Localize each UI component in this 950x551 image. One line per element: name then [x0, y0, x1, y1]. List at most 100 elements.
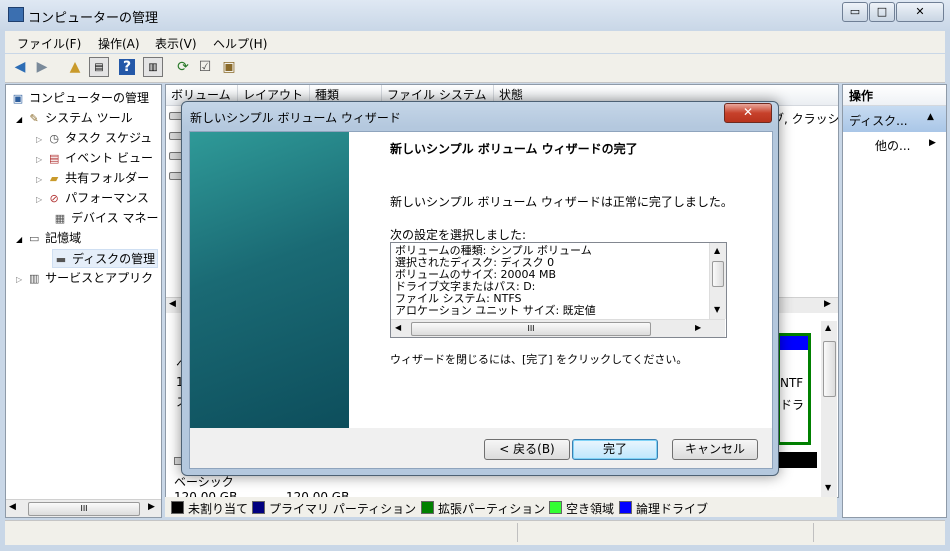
up-folder-icon[interactable]: ▲ — [65, 57, 85, 77]
partition-header-bar — [780, 336, 808, 350]
scroll-thumb[interactable]: III — [28, 502, 140, 516]
collapsed-arrow-icon[interactable]: ▷ — [36, 195, 42, 204]
clock-icon: ◷ — [49, 131, 59, 145]
scroll-left-icon[interactable]: ◀ — [169, 299, 176, 309]
legend-swatch — [421, 501, 434, 514]
disk-settings-icon[interactable]: ▣ — [219, 57, 239, 77]
summary-vertical-scrollbar[interactable]: ▲ ▼ — [709, 243, 726, 319]
collapsed-arrow-icon[interactable]: ▷ — [16, 275, 22, 284]
actions-item-label: ディスク... — [849, 114, 908, 128]
legend-label: 空き領域 — [566, 502, 615, 516]
scroll-right-icon[interactable]: ▶ — [695, 323, 701, 332]
scroll-right-icon[interactable]: ▶ — [148, 502, 155, 512]
legend-swatch — [549, 501, 562, 514]
unallocated-bar[interactable] — [777, 452, 817, 468]
forward-arrow-icon[interactable]: ▶ — [32, 57, 52, 77]
status-divider — [813, 523, 814, 542]
tree-item-device-manager[interactable]: ▦ デバイス マネー — [52, 209, 159, 226]
tree-item-storage[interactable]: ◢ ▭ 記憶域 — [16, 229, 81, 246]
close-hint: ウィザードを閉じるには、[完了] をクリックしてください。 — [390, 353, 688, 366]
collapsed-arrow-icon[interactable]: ▷ — [36, 155, 42, 164]
menu-help[interactable]: ヘルプ(H) — [213, 35, 267, 52]
settings-label: 次の設定を選択しました: — [390, 228, 527, 242]
shared-folder-icon: ▰ — [49, 171, 59, 185]
dialog-title: 新しいシンプル ボリューム ウィザード — [190, 111, 401, 125]
scroll-thumb[interactable] — [712, 261, 724, 287]
scroll-up-icon[interactable]: ▲ — [714, 246, 720, 255]
legend-label: 拡張パーティション — [438, 502, 546, 516]
disk-map-vertical-scrollbar[interactable]: ▲ ▼ — [821, 321, 837, 497]
cancel-button[interactable]: キャンセル — [672, 439, 758, 460]
tree-item-system-tools[interactable]: ◢ ✎ システム ツール — [16, 109, 133, 126]
panel-icon[interactable]: ▥ — [143, 57, 163, 77]
scroll-up-icon[interactable]: ▲ — [825, 323, 831, 332]
tree-item-disk-management[interactable]: ▬ ディスクの管理 — [52, 249, 159, 268]
actions-panel: 操作 ディスク... ▲ 他の... ▶ — [842, 84, 947, 518]
close-window-button[interactable]: ✕ — [896, 2, 944, 22]
back-button[interactable]: < 戻る(B) — [484, 439, 570, 460]
title-bar: コンピューターの管理 ▭ □ ✕ — [0, 0, 950, 30]
legend-logical: 論理ドライブ — [619, 500, 708, 517]
scroll-down-icon[interactable]: ▼ — [714, 305, 720, 314]
partition-block[interactable]: NTF ドラ — [777, 333, 811, 445]
actions-more-label: 他の... — [875, 139, 911, 153]
collapsed-arrow-icon[interactable]: ▷ — [36, 135, 42, 144]
expanded-arrow-icon[interactable]: ◢ — [16, 115, 22, 124]
scroll-right-icon[interactable]: ▶ — [824, 299, 831, 309]
disk-legend: 未割り当て プライマリ パーティション 拡張パーティション 空き領域 論理ドライ… — [165, 497, 837, 517]
menu-file[interactable]: ファイル(F) — [17, 35, 81, 52]
window-title: コンピューターの管理 — [28, 11, 159, 26]
back-arrow-icon[interactable]: ◀ — [10, 57, 30, 77]
scroll-down-icon[interactable]: ▼ — [825, 483, 831, 492]
collapse-up-icon[interactable]: ▲ — [927, 112, 934, 122]
legend-primary: プライマリ パーティション — [252, 500, 416, 517]
tree-item-services-apps[interactable]: ▷ ▥ サービスとアプリク — [16, 269, 153, 286]
refresh-icon[interactable]: ⟳ — [173, 57, 193, 77]
tree-item-task-scheduler[interactable]: ▷ ◷ タスク スケジュ — [36, 129, 152, 146]
dialog-close-button[interactable]: ✕ — [724, 103, 772, 123]
expanded-arrow-icon[interactable]: ◢ — [16, 235, 22, 244]
help-icon[interactable]: ? — [119, 59, 135, 75]
tree-item-shared-folders[interactable]: ▷ ▰ 共有フォルダー — [36, 169, 149, 186]
menu-view[interactable]: 表示(V) — [155, 35, 197, 52]
legend-label: 未割り当て — [188, 502, 249, 516]
scroll-left-icon[interactable]: ◀ — [395, 323, 401, 332]
show-tree-icon[interactable]: ▤ — [89, 57, 109, 77]
tree-item-event-viewer[interactable]: ▷ ▤ イベント ビュー — [36, 149, 153, 166]
storage-icon: ▭ — [28, 231, 40, 245]
scroll-left-icon[interactable]: ◀ — [9, 502, 16, 512]
actions-more[interactable]: 他の... ▶ — [843, 135, 946, 155]
wizard-heading: 新しいシンプル ボリューム ウィザードの完了 — [390, 142, 638, 156]
wizard-footer: < 戻る(B) 完了 キャンセル — [189, 428, 773, 469]
navigation-tree: ▣ コンピューターの管理 ◢ ✎ システム ツール ▷ ◷ タスク スケジュ ▷ ▤ イベント… — [5, 84, 162, 518]
scroll-thumb[interactable] — [823, 341, 836, 397]
settings-line: アロケーション ユニット サイズ: 既定値 — [395, 304, 596, 317]
device-manager-icon: ▦ — [54, 211, 66, 225]
actions-header: 操作 — [843, 85, 946, 106]
menu-action[interactable]: 操作(A) — [98, 35, 140, 52]
computer-icon: ▣ — [12, 91, 24, 105]
disk-icon: ▬ — [55, 252, 67, 266]
summary-horizontal-scrollbar[interactable]: ◀ III ▶ — [391, 319, 725, 337]
services-icon: ▥ — [28, 271, 40, 285]
collapsed-arrow-icon[interactable]: ▷ — [36, 175, 42, 184]
properties-icon[interactable]: ☑ — [195, 57, 215, 77]
restore-button[interactable]: □ — [869, 2, 895, 22]
scroll-thumb[interactable]: III — [411, 322, 651, 336]
menu-bar: ファイル(F) 操作(A) 表示(V) ヘルプ(H) — [5, 31, 945, 53]
tree-horizontal-scrollbar[interactable]: ◀ III ▶ — [6, 499, 161, 517]
tree-label: パフォーマンス — [65, 191, 149, 205]
app-icon — [8, 7, 24, 22]
legend-swatch — [619, 501, 632, 514]
tree-item-computer-management[interactable]: ▣ コンピューターの管理 — [10, 89, 149, 106]
partition-fs-text: NTF — [780, 376, 804, 390]
tree-label: サービスとアプリク — [45, 271, 154, 285]
minimize-button[interactable]: ▭ — [842, 2, 868, 22]
actions-item-disk[interactable]: ディスク... ▲ — [843, 106, 946, 132]
settings-summary-box[interactable]: ボリュームの種類: シンプル ボリューム 選択されたディスク: ディスク 0 ボ… — [390, 242, 727, 338]
tree-item-performance[interactable]: ▷ ⊘ パフォーマンス — [36, 189, 149, 206]
legend-unallocated: 未割り当て — [171, 500, 248, 517]
finish-button[interactable]: 完了 — [572, 439, 658, 460]
tree-label: コンピューターの管理 — [29, 91, 150, 105]
wizard-body: 新しいシンプル ボリューム ウィザードの完了 新しいシンプル ボリューム ウィザ… — [189, 131, 773, 429]
